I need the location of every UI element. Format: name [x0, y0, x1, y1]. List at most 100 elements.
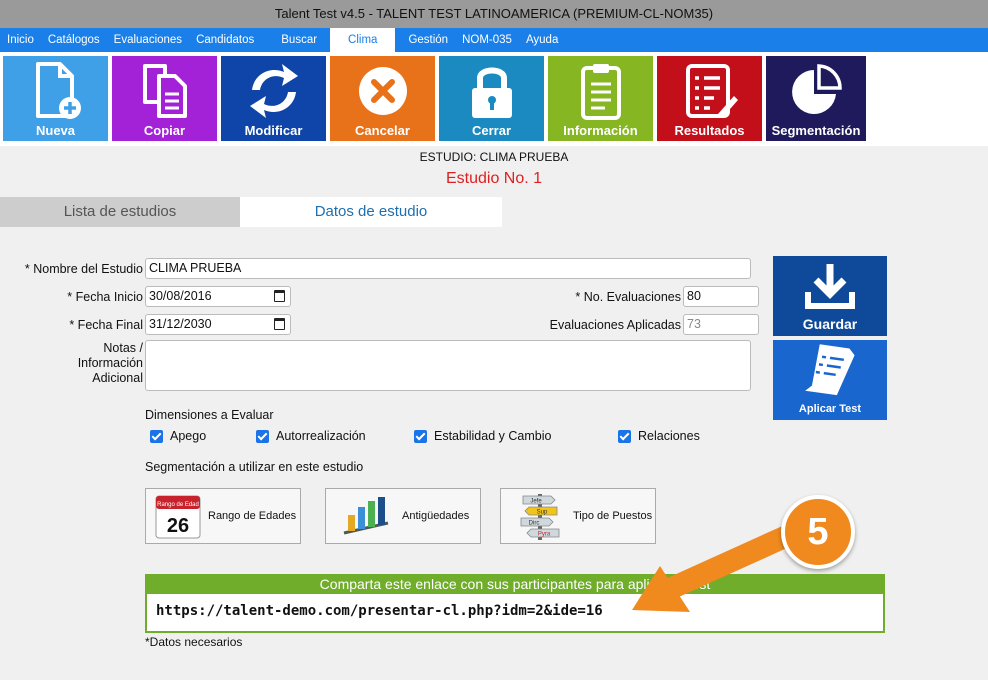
- calendar-day: 26: [167, 515, 189, 537]
- dimension-relaciones-checkbox[interactable]: Relaciones: [618, 429, 700, 443]
- calendar-caption: Rango de Edad: [157, 502, 199, 508]
- apply-test-label: Aplicar Test: [798, 403, 862, 415]
- toolbar: Nueva Copiar Modificar Cancelar Cerrar I…: [0, 52, 988, 146]
- menu-candidatos[interactable]: Candidatos: [189, 28, 261, 52]
- new-document-icon: [35, 62, 81, 119]
- menu-bar: Inicio Catálogos Evaluaciones Candidatos…: [0, 28, 988, 52]
- share-link-header: Comparta este enlace con sus participant…: [145, 574, 885, 594]
- menu-clima[interactable]: Clima: [330, 28, 396, 52]
- new-button[interactable]: Nueva: [3, 56, 108, 141]
- bar-chart-icon: [343, 497, 389, 535]
- dimension-autorrealizacion-checkbox[interactable]: Autorrealización: [256, 429, 366, 443]
- apply-test-button[interactable]: Aplicar Test: [773, 340, 887, 420]
- results-label: Resultados: [674, 123, 745, 138]
- sign-text: Pyra: [538, 532, 551, 538]
- document-pen-icon: [805, 344, 855, 396]
- end-date-input[interactable]: 31/12/2030: [145, 314, 291, 335]
- required-fields-note: *Datos necesarios: [145, 635, 243, 649]
- calendar-icon: Rango de Edad 26: [155, 495, 201, 539]
- menu-catalogos[interactable]: Catálogos: [41, 28, 107, 52]
- dimension-apego-checkbox[interactable]: Apego: [150, 429, 206, 443]
- age-range-button[interactable]: Rango de Edad 26 Rango de Edades: [145, 488, 301, 544]
- checkbox-checked-icon[interactable]: [414, 429, 427, 443]
- study-name-value: CLIMA PRUEBA: [149, 261, 242, 275]
- segmentation-label: Segmentación: [771, 123, 861, 138]
- dimension-estabilidad-label: Estabilidad y Cambio: [434, 429, 552, 443]
- sign-text: Dirc: [529, 521, 540, 527]
- modify-button[interactable]: Modificar: [221, 56, 326, 141]
- window-title: Talent Test v4.5 - TALENT TEST LATINOAME…: [0, 0, 988, 28]
- notes-textarea[interactable]: [145, 340, 751, 391]
- evaluations-count-input[interactable]: 80: [683, 286, 759, 307]
- menu-inicio[interactable]: Inicio: [0, 28, 41, 52]
- start-date-value: 30/08/2016: [149, 289, 212, 303]
- share-link[interactable]: https://talent-demo.com/presentar-cl.php…: [156, 603, 603, 619]
- menu-gestion[interactable]: Gestión: [401, 28, 455, 52]
- seniority-button[interactable]: Antigüedades: [325, 488, 481, 544]
- age-range-label: Rango de Edades: [208, 510, 297, 522]
- download-icon: [805, 264, 855, 309]
- dimension-relaciones-label: Relaciones: [638, 429, 700, 443]
- cancel-button[interactable]: Cancelar: [330, 56, 435, 141]
- start-date-label: * Fecha Inicio: [67, 290, 143, 304]
- signpost-icon: Jefe Sup Dirc Pyra: [520, 494, 560, 540]
- study-name-label: * Nombre del Estudio: [24, 262, 143, 276]
- segmentation-title: Segmentación a utilizar en este estudio: [145, 460, 364, 474]
- dimension-apego-label: Apego: [170, 429, 207, 443]
- evaluations-count-value: 80: [687, 289, 701, 303]
- job-type-button[interactable]: Jefe Sup Dirc Pyra Tipo de Puestos: [500, 488, 656, 544]
- calendar-icon[interactable]: [274, 318, 285, 330]
- menu-buscar[interactable]: Buscar: [261, 28, 324, 52]
- applied-evaluations-input: 73: [683, 314, 759, 335]
- tab-study-list[interactable]: Lista de estudios: [0, 197, 240, 227]
- tab-study-data[interactable]: Datos de estudio: [240, 197, 502, 227]
- copy-label: Copiar: [143, 123, 186, 138]
- save-button[interactable]: Guardar: [773, 256, 887, 336]
- information-button[interactable]: Información: [548, 56, 653, 141]
- refresh-arrows-icon: [249, 64, 298, 118]
- notes-label-line-2: Información: [77, 356, 143, 370]
- menu-nom035[interactable]: NOM-035: [455, 28, 519, 52]
- checkbox-checked-icon[interactable]: [256, 429, 269, 443]
- step-number-badge: 5: [781, 495, 855, 569]
- save-label: Guardar: [802, 316, 858, 332]
- close-label: Cerrar: [471, 123, 512, 138]
- results-button[interactable]: Resultados: [657, 56, 762, 141]
- information-label: Información: [563, 123, 638, 138]
- start-date-input[interactable]: 30/08/2016: [145, 286, 291, 307]
- notes-label-line-1: Notas /: [103, 341, 143, 355]
- study-name-input[interactable]: CLIMA PRUEBA: [145, 258, 751, 279]
- dimension-estabilidad-checkbox[interactable]: Estabilidad y Cambio: [414, 429, 551, 443]
- copy-icon: [142, 64, 187, 118]
- share-link-box: https://talent-demo.com/presentar-cl.php…: [145, 594, 885, 633]
- results-list-icon: [685, 64, 738, 118]
- sign-text: Sup: [537, 510, 548, 516]
- clipboard-icon: [580, 64, 621, 120]
- applied-evaluations-value: 73: [687, 317, 701, 331]
- dimensions-title: Dimensiones a Evaluar: [145, 408, 274, 422]
- study-number: Estudio No. 1: [445, 170, 543, 187]
- notes-label-line-3: Adicional: [92, 371, 143, 385]
- close-button[interactable]: Cerrar: [439, 56, 544, 141]
- evaluations-count-label: * No. Evaluaciones: [575, 290, 681, 304]
- menu-evaluaciones[interactable]: Evaluaciones: [107, 28, 189, 52]
- notes-label: Notas / Información Adicional: [0, 341, 143, 386]
- job-type-label: Tipo de Puestos: [573, 510, 653, 522]
- menu-ayuda[interactable]: Ayuda: [519, 28, 565, 52]
- cancel-x-icon: [358, 67, 407, 115]
- checkbox-checked-icon[interactable]: [618, 429, 631, 443]
- study-header: ESTUDIO: CLIMA PRUEBA: [419, 150, 569, 164]
- calendar-icon[interactable]: [274, 290, 285, 302]
- checkbox-checked-icon[interactable]: [150, 429, 163, 443]
- cancel-label: Cancelar: [355, 123, 410, 138]
- sign-text: Jefe: [530, 499, 542, 505]
- modify-label: Modificar: [244, 123, 303, 138]
- lock-icon: [471, 67, 512, 118]
- pie-chart-icon: [792, 64, 842, 114]
- copy-button[interactable]: Copiar: [112, 56, 217, 141]
- seniority-label: Antigüedades: [402, 510, 470, 522]
- applied-evaluations-label: Evaluaciones Aplicadas: [549, 318, 681, 332]
- end-date-label: * Fecha Final: [69, 318, 143, 332]
- segmentation-button[interactable]: Segmentación: [766, 56, 866, 141]
- new-label: Nueva: [35, 123, 76, 138]
